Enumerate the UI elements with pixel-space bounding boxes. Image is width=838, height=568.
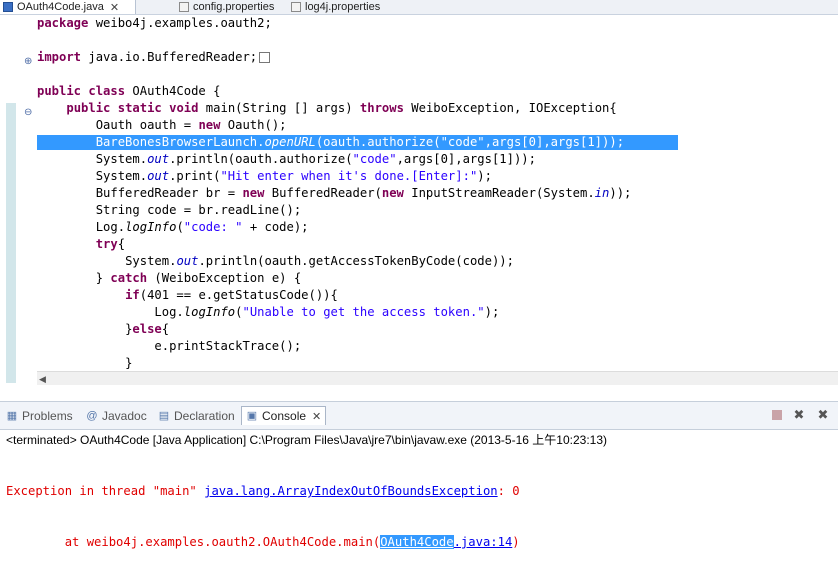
- editor-tab-log4j-properties[interactable]: log4j.properties: [288, 0, 380, 14]
- code-line: }: [125, 356, 133, 370]
- panel-tab-bar: ▦ Problems @ Javadoc ▤ Declaration ▣ Con…: [0, 401, 838, 430]
- editor-tab-label: OAuth4Code.java: [17, 1, 104, 13]
- code-line: Oauth oauth = new Oauth();: [95, 118, 287, 132]
- terminate-icon[interactable]: [772, 410, 782, 420]
- code-line: String code = br.readLine();: [95, 203, 302, 217]
- horizontal-scrollbar[interactable]: ◀: [37, 371, 838, 385]
- expand-fold-icon[interactable]: ⊕: [24, 57, 32, 67]
- code-line: } catch (WeiboException e) {: [95, 271, 302, 285]
- tab-problems[interactable]: ▦ Problems: [2, 407, 73, 425]
- selected-code-line: BareBonesBrowserLaunch.openURL(oauth.aut…: [37, 134, 679, 151]
- console-toolbar: ✖ ✖: [772, 407, 830, 422]
- code-text[interactable]: package weibo4j.examples.oauth2; import …: [37, 15, 679, 372]
- close-icon[interactable]: ✕: [110, 1, 119, 14]
- code-line: Log.logInfo("Unable to get the access to…: [154, 305, 500, 319]
- console-status: <terminated> OAuth4Code [Java Applicatio…: [6, 433, 607, 447]
- properties-file-icon: [179, 2, 189, 12]
- code-editor[interactable]: ⊕ ⊖ package weibo4j.examples.oauth2; imp…: [0, 15, 838, 385]
- exception-link[interactable]: java.lang.ArrayIndexOutOfBoundsException: [204, 484, 498, 498]
- code-line: }else{: [125, 322, 170, 336]
- stack-trace-link-selected[interactable]: OAuth4Code: [380, 535, 454, 549]
- code-line: if(401 == e.getStatusCode()){: [125, 288, 338, 302]
- problems-icon: ▦: [6, 410, 18, 422]
- editor-tab-config-properties[interactable]: config.properties: [176, 0, 274, 14]
- code-line: try{: [95, 237, 126, 251]
- remove-launch-icon[interactable]: ✖: [792, 407, 806, 422]
- java-file-icon: [3, 2, 13, 12]
- collapse-fold-icon[interactable]: ⊖: [24, 108, 32, 118]
- code-line: System.out.print("Hit enter when it's do…: [95, 169, 492, 183]
- declaration-icon: ▤: [158, 410, 170, 422]
- console-output[interactable]: Exception in thread "main" java.lang.Arr…: [6, 449, 520, 568]
- scroll-left-icon[interactable]: ◀: [39, 374, 46, 385]
- tab-javadoc[interactable]: @ Javadoc: [82, 407, 146, 425]
- editor-gutter: ⊕ ⊖: [0, 15, 36, 385]
- folded-imports-icon[interactable]: [259, 52, 271, 63]
- code-line: BufferedReader br = new BufferedReader(n…: [95, 186, 632, 200]
- code-line: public class OAuth4Code {: [37, 84, 221, 98]
- javadoc-icon: @: [86, 410, 98, 422]
- tab-declaration[interactable]: ▤ Declaration: [154, 407, 235, 425]
- code-line: import java.io.BufferedReader;: [37, 49, 631, 66]
- editor-tab-label: log4j.properties: [305, 1, 381, 13]
- code-line: public static void main(String [] args) …: [66, 101, 617, 115]
- close-icon[interactable]: ✕: [312, 410, 321, 423]
- code-line: Log.logInfo("code: " + code);: [95, 220, 309, 234]
- code-line: System.out.println(oauth.getAccessTokenB…: [125, 254, 514, 268]
- editor-tab-bar: OAuth4Code.java ✕ config.properties log4…: [0, 0, 838, 15]
- editor-tab-label: config.properties: [193, 1, 275, 13]
- code-line: package weibo4j.examples.oauth2;: [37, 16, 272, 30]
- code-line: e.printStackTrace();: [154, 339, 302, 353]
- stack-trace-link[interactable]: .java:14: [454, 535, 513, 549]
- properties-file-icon: [291, 2, 301, 12]
- tab-console[interactable]: ▣ Console ✕: [241, 406, 327, 425]
- console-icon: ▣: [246, 410, 258, 422]
- remove-all-terminated-icon[interactable]: ✖: [816, 407, 830, 422]
- code-line: System.out.println(oauth.authorize("code…: [95, 152, 536, 166]
- change-marker: [6, 103, 16, 383]
- editor-tab-oauth4code[interactable]: OAuth4Code.java ✕: [0, 0, 136, 14]
